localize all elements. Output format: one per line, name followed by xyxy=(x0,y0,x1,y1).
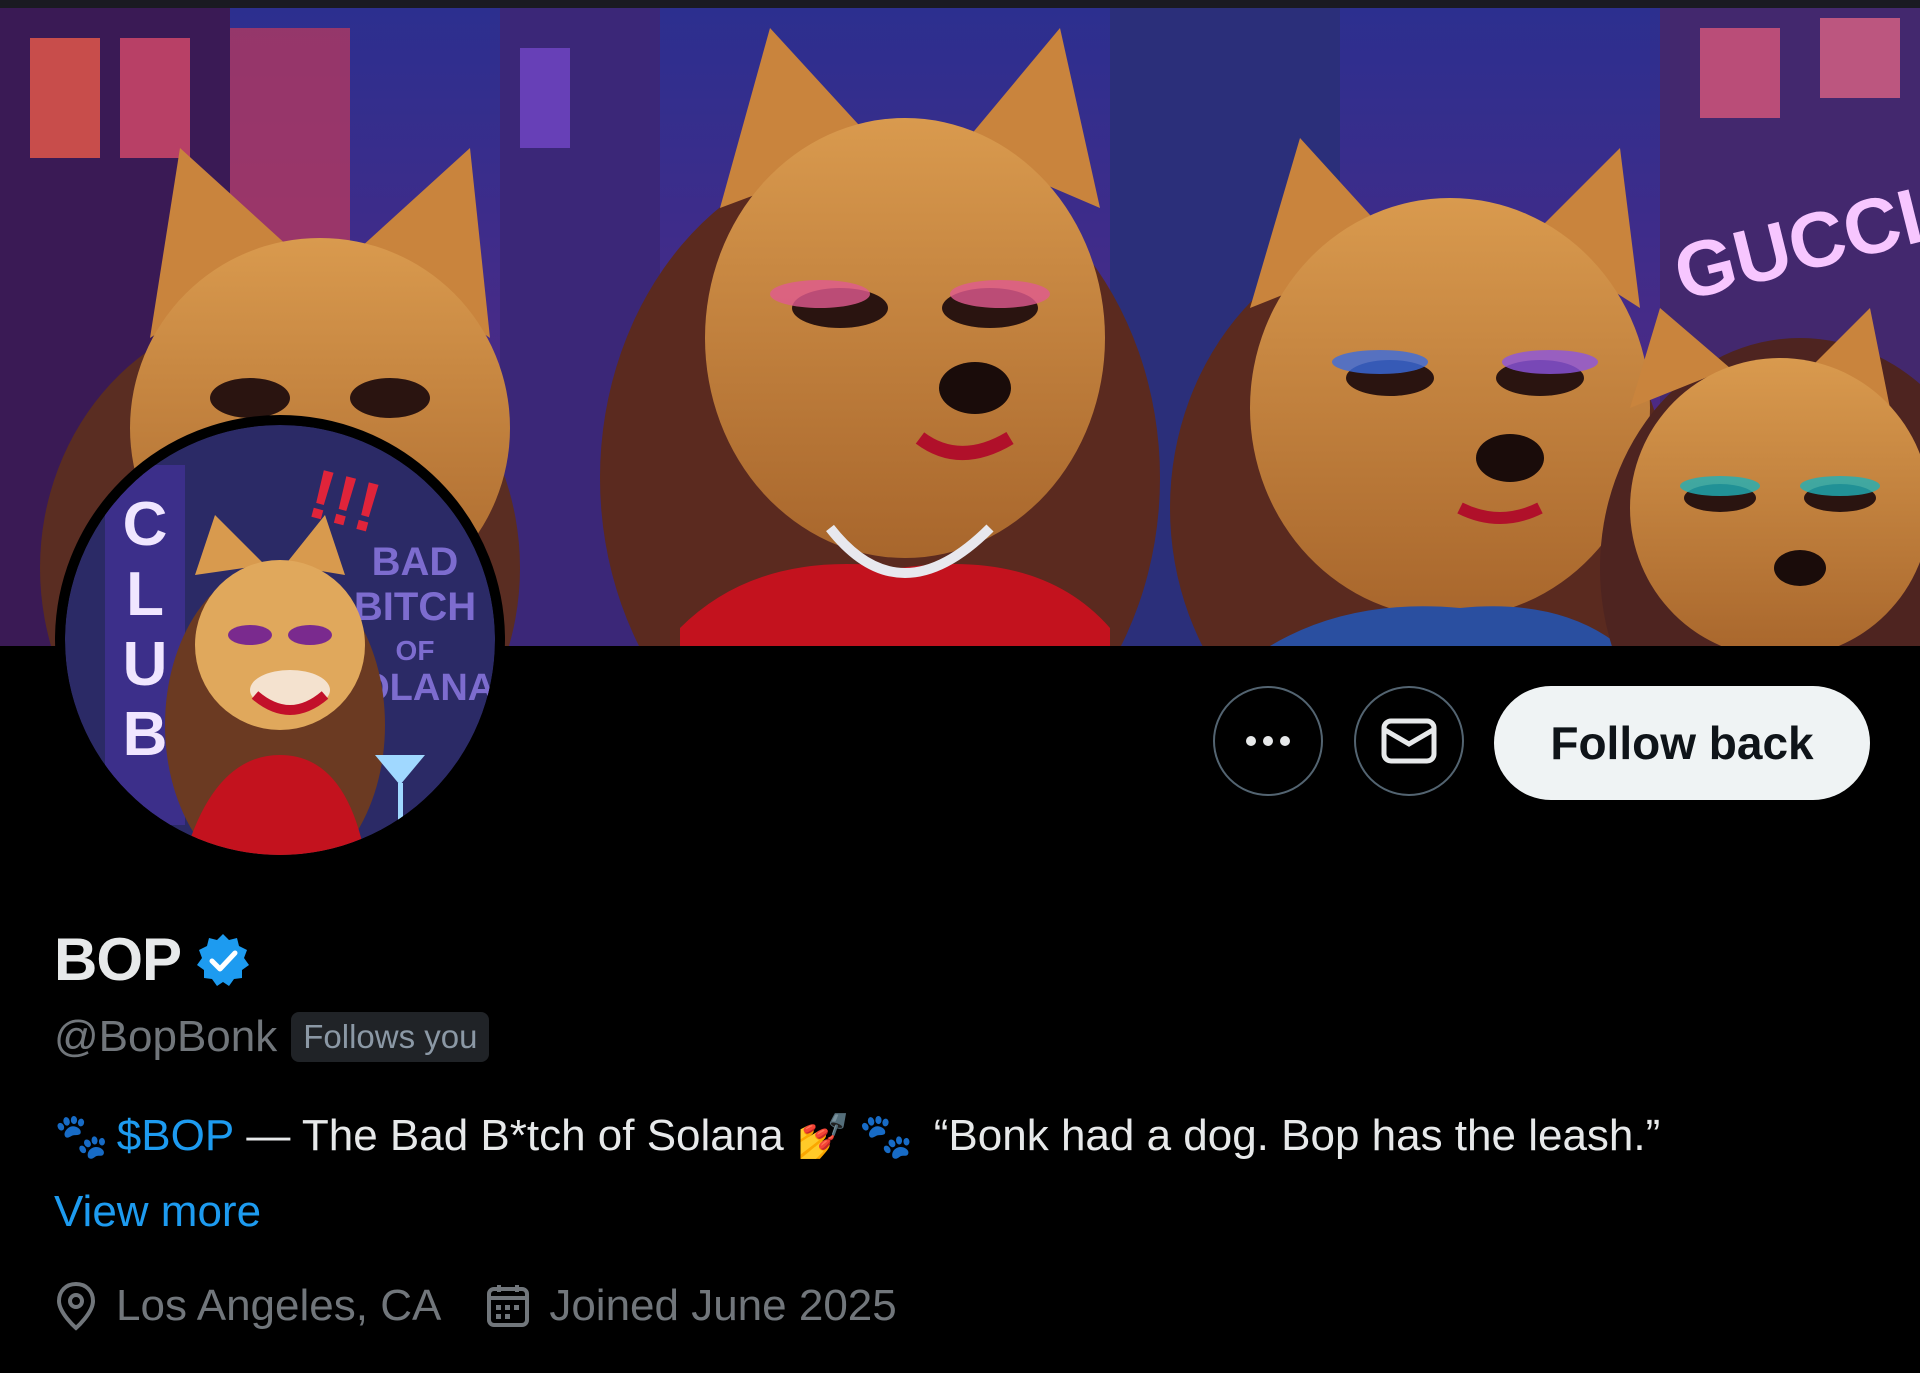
bio-text: — The Bad B*tch of Solana xyxy=(234,1111,796,1160)
location-item: Los Angeles, CA xyxy=(54,1280,441,1332)
svg-text:U: U xyxy=(123,630,168,699)
calendar-icon xyxy=(487,1285,530,1327)
follow-back-button[interactable]: Follow back xyxy=(1494,686,1870,800)
profile-bio: 🐾 $BOP — The Bad B*tch of Solana 💅 🐾 “Bo… xyxy=(54,1110,1894,1162)
envelope-icon xyxy=(1381,718,1437,764)
profile-name-row: BOP xyxy=(54,925,251,994)
svg-text:OF: OF xyxy=(396,635,435,666)
joined-item: Joined June 2025 xyxy=(485,1281,897,1331)
svg-text:L: L xyxy=(126,560,164,629)
svg-text:BAD: BAD xyxy=(372,540,459,584)
verified-badge-icon[interactable] xyxy=(195,932,251,988)
profile-meta: Los Angeles, CA Joined June 2025 xyxy=(54,1280,941,1332)
nail-polish-emoji: 💅 xyxy=(795,1111,851,1162)
paw-emoji: 🐾 xyxy=(54,1111,109,1162)
bio-quote: “Bonk had a dog. Bop has the leash.” xyxy=(921,1111,1661,1160)
joined-text: Joined June 2025 xyxy=(549,1281,897,1330)
avatar-club-sign: C xyxy=(123,490,168,559)
cashtag-link[interactable]: $BOP xyxy=(117,1111,234,1161)
message-button[interactable] xyxy=(1354,686,1464,796)
profile-avatar[interactable]: C L U B BAD BITCH OF SOLANA !!! xyxy=(55,415,505,865)
ellipsis-icon xyxy=(1246,736,1290,746)
more-options-button[interactable] xyxy=(1213,686,1323,796)
handle-row: @BopBonk Follows you xyxy=(54,1012,490,1062)
paw-emoji-2: 🐾 xyxy=(858,1111,914,1162)
view-more-link[interactable]: View more xyxy=(54,1187,261,1237)
follows-you-badge: Follows you xyxy=(291,1012,490,1062)
svg-text:BITCH: BITCH xyxy=(354,585,476,629)
handle: @BopBonk xyxy=(54,1012,278,1061)
window-top-border xyxy=(0,0,1920,8)
display-name: BOP xyxy=(54,926,182,993)
svg-text:B: B xyxy=(123,700,168,769)
location-text: Los Angeles, CA xyxy=(116,1281,442,1330)
location-pin-icon xyxy=(56,1281,96,1331)
